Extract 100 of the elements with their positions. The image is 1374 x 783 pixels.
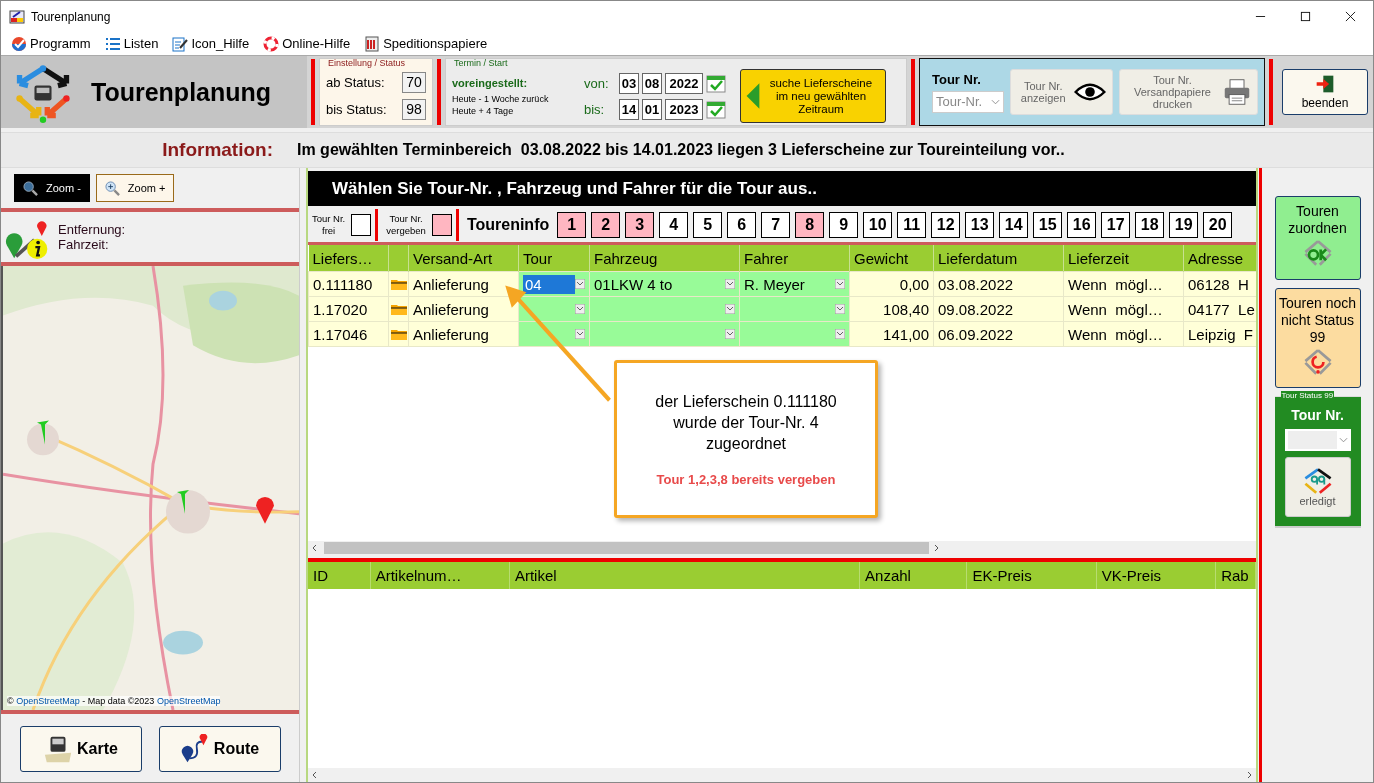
close-icon[interactable] [1345, 11, 1356, 22]
column-header[interactable]: Rab [1216, 562, 1256, 589]
window-title: Tourenplanung [31, 9, 111, 24]
print-button[interactable]: Tour Nr. Versandpapiere drucken [1118, 69, 1258, 115]
attribution-link[interactable]: OpenStreetMap [156, 696, 221, 706]
menu-item[interactable]: Online-Hilfe [263, 35, 351, 52]
tour-number[interactable]: 11 [897, 211, 927, 238]
table-cell: 06128 H [1183, 271, 1256, 297]
driver-dropdown[interactable]: R. Meyer [740, 273, 849, 295]
maximize-icon[interactable] [1300, 11, 1311, 22]
menu-item[interactable]: Programm [11, 35, 91, 52]
dropdown-arrow-icon [575, 279, 585, 289]
table-cell: 06.09.2022 [933, 321, 1064, 347]
assign-tours-button[interactable]: Touren zuordnen [1274, 196, 1361, 280]
column-header[interactable]: VK-Preis [1096, 562, 1217, 589]
table-cell: 0.111180 [308, 271, 389, 297]
column-header[interactable]: ID [308, 562, 371, 589]
scroll-right-icon[interactable] [932, 544, 940, 552]
tour-number[interactable]: 14 [999, 211, 1029, 238]
table-cell: Wenn mögl… [1063, 321, 1184, 347]
column-header[interactable]: Fahrer [739, 245, 850, 272]
field-label: ab Status: [326, 75, 385, 90]
show-button[interactable]: Tour Nr. anzeigen [1009, 69, 1113, 115]
column-header[interactable]: Anzahl [860, 562, 968, 589]
preset-text: Heute + 4 Tage [452, 105, 515, 116]
status-field[interactable]: 70 [402, 72, 426, 93]
year-field[interactable]: 2023 [665, 98, 703, 120]
tour-number[interactable]: 19 [1169, 211, 1199, 238]
month-field[interactable]: 01 [642, 98, 662, 120]
column-header[interactable]: Adresse [1183, 245, 1256, 272]
dropdown-arrow-icon [835, 329, 845, 339]
map-mode-button[interactable]: Route [158, 726, 281, 772]
eye-icon [1073, 82, 1106, 102]
table-cell: Anlieferung [408, 271, 519, 297]
vehicle-dropdown[interactable]: 01LKW 4 to [590, 273, 739, 295]
tour-number[interactable]: 16 [1067, 211, 1097, 238]
table-cell: 108,40 [849, 296, 934, 322]
search-button[interactable]: suche Lieferscheine im neu gewählten Zeitraum [740, 69, 886, 123]
column-header[interactable]: Fahrzeug [589, 245, 740, 272]
column-header[interactable]: Lieferzeit [1063, 245, 1184, 272]
tour-number[interactable]: 6 [727, 211, 757, 238]
tour-number[interactable]: 8 [795, 211, 825, 238]
app-heading: Tourenplanung [91, 77, 272, 107]
attribution-link[interactable]: OpenStreetMap [16, 696, 80, 706]
done-button[interactable]: erledigt [1284, 457, 1351, 517]
triangle-left-icon [745, 81, 761, 111]
callout-text: der Lieferschein 0.111180 wurde der Tour-Nr. 4 zugeordnet [654, 392, 838, 454]
column-header[interactable]: EK-Preis [967, 562, 1097, 589]
tour-number[interactable]: 18 [1135, 211, 1165, 238]
tour-number[interactable]: 3 [625, 211, 655, 238]
exit-button[interactable]: beenden [1282, 69, 1368, 115]
scroll-left-icon[interactable] [311, 544, 319, 552]
tour-number[interactable]: 15 [1033, 211, 1063, 238]
pending-tours-button[interactable]: Touren noch nicht Status 99 [1274, 288, 1361, 388]
tour-number[interactable]: 7 [761, 211, 791, 238]
route-pin-icon [179, 734, 210, 764]
menu-item[interactable]: Icon_Hilfe [172, 35, 250, 52]
menu-item[interactable]: Speditionspapiere [364, 35, 488, 52]
table-cell: 09.08.2022 [933, 296, 1064, 322]
tour-number[interactable]: 12 [931, 211, 961, 238]
printer-icon [1223, 78, 1251, 106]
tour-number[interactable]: 10 [863, 211, 893, 238]
column-header[interactable]: Liefers… [308, 245, 389, 272]
tour-number[interactable]: 2 [591, 211, 621, 238]
tour-number[interactable]: 1 [557, 211, 587, 238]
tour-number[interactable]: 13 [965, 211, 995, 238]
column-header[interactable]: Tour [518, 245, 590, 272]
date-label: von: [584, 75, 610, 91]
calendar-check-icon[interactable] [706, 99, 726, 119]
day-field[interactable]: 03 [619, 72, 639, 94]
door-exit-icon [1315, 74, 1335, 94]
tour-number[interactable]: 4 [659, 211, 689, 238]
year-field[interactable]: 2022 [665, 72, 703, 94]
tour-number[interactable]: 17 [1101, 211, 1131, 238]
dropdown-arrow-icon [725, 304, 735, 314]
tour-number[interactable]: 5 [693, 211, 723, 238]
status-field[interactable]: 98 [402, 99, 426, 120]
column-header[interactable]: Artikel [509, 562, 861, 589]
scroll-left-icon[interactable] [311, 771, 319, 779]
map-attribution: © OpenStreetMap - Map data ©2023 OpenStreetMap [7, 696, 221, 706]
tour-number[interactable]: 20 [1203, 211, 1233, 238]
month-field[interactable]: 08 [642, 72, 662, 94]
folder-icon [391, 328, 407, 340]
table-cell: Wenn mögl… [1063, 296, 1184, 322]
dropdown-arrow-icon [575, 329, 585, 339]
map-mode-button[interactable]: Karte [19, 726, 142, 772]
tour-label: Tour Nr. [1291, 407, 1344, 423]
tourinfo-label: Toureninfo [466, 215, 550, 234]
tour-number[interactable]: 9 [829, 211, 859, 238]
menu-item[interactable]: Listen [104, 35, 159, 52]
scroll-right-icon[interactable] [1245, 771, 1253, 779]
column-header[interactable]: Gewicht [849, 245, 934, 272]
zoom-in-button[interactable]: Zoom + [95, 174, 175, 202]
column-header[interactable]: Versand-Art [408, 245, 519, 272]
calendar-check-icon[interactable] [706, 73, 726, 93]
column-header[interactable]: Artikelnum… [370, 562, 510, 589]
tour-select[interactable]: Tour-Nr. [932, 90, 1004, 113]
day-field[interactable]: 14 [619, 98, 639, 120]
column-header[interactable]: Lieferdatum [933, 245, 1064, 272]
zoom-out-button[interactable]: Zoom - [14, 174, 90, 202]
